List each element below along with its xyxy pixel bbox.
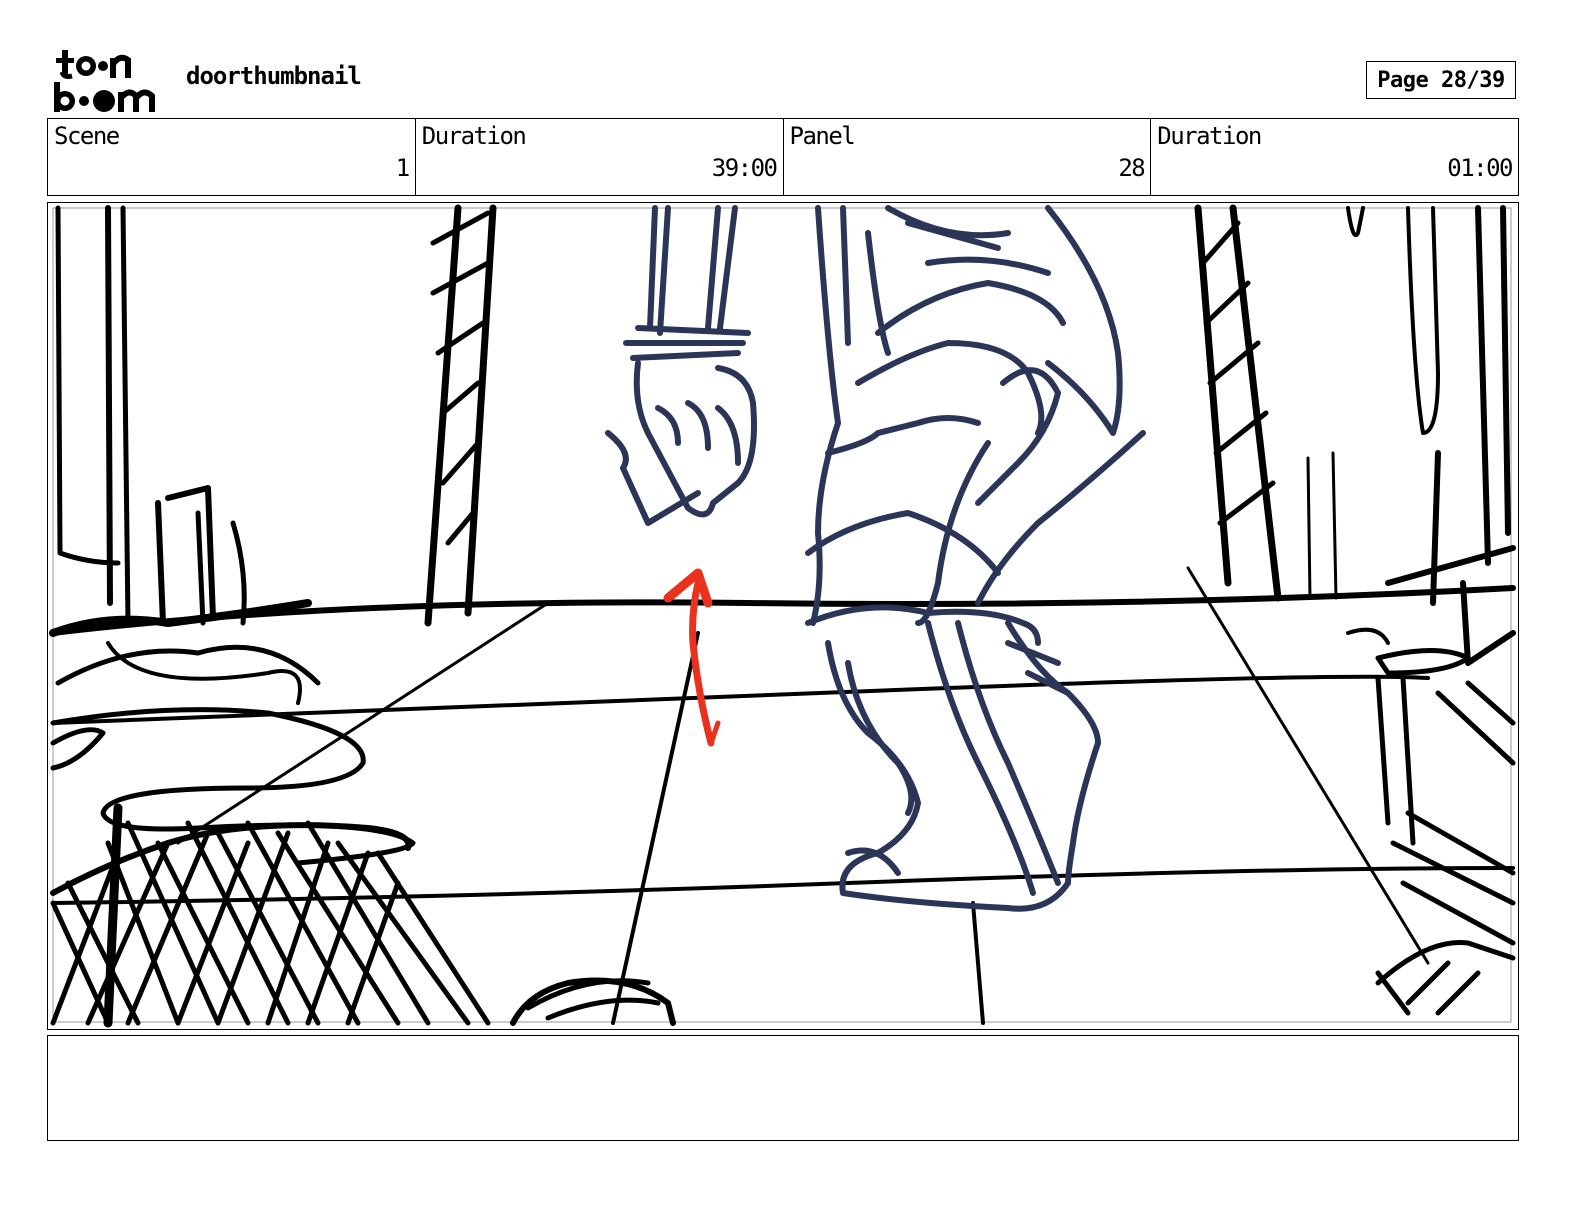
scene-cell: Scene 1: [48, 119, 416, 195]
storyboard-panel: [47, 202, 1519, 1030]
project-title: doorthumbnail: [186, 62, 362, 90]
panel-label: Panel: [789, 122, 856, 150]
panel-cell: Panel 28: [784, 119, 1152, 195]
panel-notes-box: [47, 1035, 1519, 1141]
panel-duration-cell: Duration 01:00: [1151, 119, 1518, 195]
panel-duration-value: 01:00: [1447, 154, 1513, 182]
panel-duration-label: Duration: [1157, 122, 1262, 150]
scene-duration-label: Duration: [421, 122, 527, 150]
panel-value: 28: [1118, 154, 1145, 182]
scene-value: 1: [395, 154, 410, 182]
scene-label: Scene: [54, 122, 120, 150]
scene-duration-cell: Duration 39:00: [416, 119, 784, 195]
toon-boom-logo-icon: [54, 50, 155, 112]
background-ink: [49, 204, 1516, 1028]
direction-arrow-icon: [663, 568, 721, 747]
page-number: Page 28/39: [1366, 61, 1516, 99]
scene-duration-value: 39:00: [711, 154, 778, 182]
panel-sketch-image: [49, 204, 1516, 1028]
panel-info-bar: Scene 1 Duration 39:00 Panel 28 Duration…: [47, 118, 1519, 196]
toon-boom-logo: [50, 48, 165, 116]
character-sketch: [605, 205, 1146, 912]
